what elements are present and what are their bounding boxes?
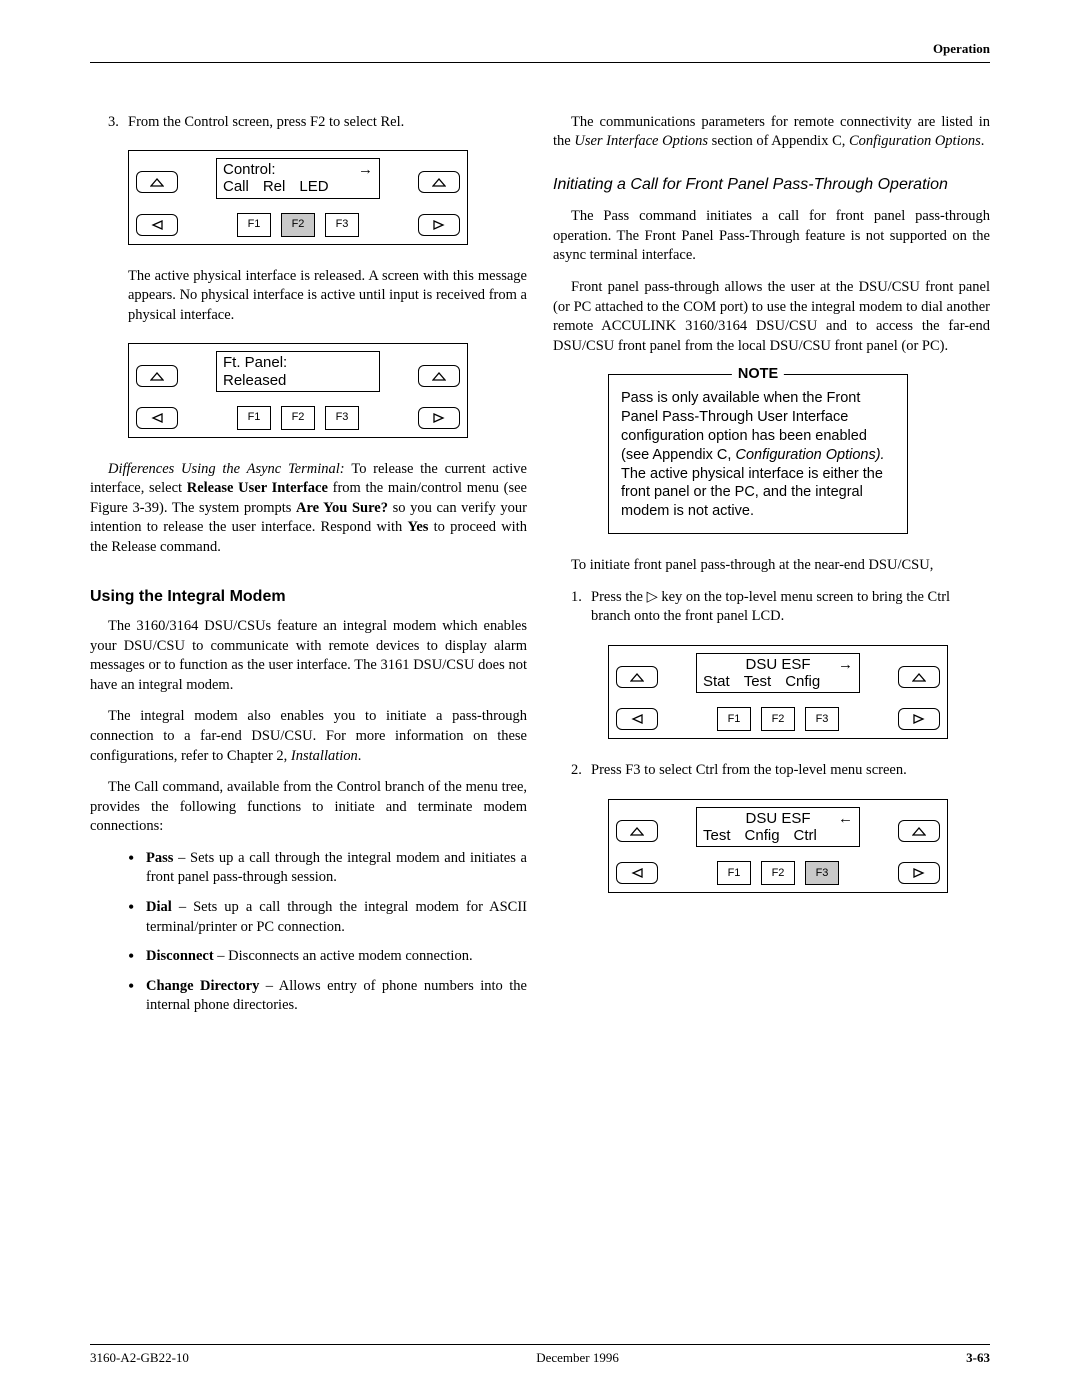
lcd-panel-dsu-2: DSU ESF ← Test Cnfig Ctrl F1 F2 F3: [608, 799, 948, 894]
page-footer: 3160-A2-GB22-10 December 1996 3-63: [90, 1344, 990, 1367]
right-triangle-key[interactable]: [418, 214, 460, 236]
step-2: 2. Press F3 to select Ctrl from the top-…: [553, 761, 990, 781]
lcd-options: Stat Test Cnfig: [703, 673, 853, 690]
lcd-options: Call Rel LED: [223, 178, 373, 195]
modem-p2: The integral modem also enables you to i…: [90, 707, 527, 766]
scroll-right-arrow-icon: →: [358, 161, 373, 178]
opt-test: Test: [703, 827, 731, 844]
f2-key[interactable]: F2: [281, 406, 315, 430]
lcd-title: DSU ESF: [703, 656, 853, 673]
modem-functions-list: Pass – Sets up a call through the integr…: [128, 849, 527, 1016]
function-keys: F1 F2 F3: [178, 213, 418, 237]
page-header: Operation: [90, 40, 990, 63]
list-item: Disconnect – Disconnects an active modem…: [128, 947, 527, 967]
f3-key[interactable]: F3: [325, 213, 359, 237]
f1-key[interactable]: F1: [717, 707, 751, 731]
lcd-screen: DSU ESF → Stat Test Cnfig: [696, 653, 860, 694]
lcd-line1: Ft. Panel:: [223, 354, 287, 371]
opt-rel: Rel: [263, 178, 286, 195]
list-item: Pass – Sets up a call through the integr…: [128, 849, 527, 888]
up-triangle-key[interactable]: [136, 171, 178, 193]
left-triangle-key[interactable]: [616, 708, 658, 730]
f2-key[interactable]: F2: [281, 213, 315, 237]
lcd-options: Test Cnfig Ctrl: [703, 827, 853, 844]
scroll-right-arrow-icon: →: [838, 656, 853, 673]
lcd-screen: Control: → Call Rel LED: [216, 158, 380, 199]
function-keys: F1 F2 F3: [658, 707, 898, 731]
f1-key[interactable]: F1: [237, 213, 271, 237]
f1-key[interactable]: F1: [717, 861, 751, 885]
step-text: Press the ▷ key on the top-level menu sc…: [591, 588, 990, 627]
exit-triangle-key[interactable]: [898, 820, 940, 842]
note-body: Pass is only available when the Front Pa…: [609, 375, 907, 533]
opt-cnfig: Cnfig: [785, 673, 820, 690]
f3-key[interactable]: F3: [805, 861, 839, 885]
step-number: 3.: [90, 113, 128, 133]
lcd-line1: Control:: [223, 161, 276, 178]
left-column: 3. From the Control screen, press F2 to …: [90, 113, 527, 1026]
function-keys: F1 F2 F3: [658, 861, 898, 885]
diff-lead: Differences Using the Async Terminal:: [108, 461, 351, 477]
para-after-panel1: The active physical interface is release…: [128, 267, 527, 326]
opt-cnfig: Cnfig: [745, 827, 780, 844]
step-number: 2.: [553, 761, 591, 781]
right-triangle-key[interactable]: [898, 708, 940, 730]
right-p1: The Pass command initiates a call for fr…: [553, 207, 990, 266]
f2-key[interactable]: F2: [761, 861, 795, 885]
lcd-panel-released: Ft. Panel: Released F1 F2 F3: [128, 343, 468, 438]
up-triangle-key[interactable]: [136, 365, 178, 387]
lcd-panel-dsu-1: DSU ESF → Stat Test Cnfig F1 F2 F3: [608, 645, 948, 740]
lcd-panel-control: Control: → Call Rel LED F1 F2 F3: [128, 150, 468, 245]
opt-call: Call: [223, 178, 249, 195]
list-item: Change Directory – Allows entry of phone…: [128, 977, 527, 1016]
step-text: From the Control screen, press F2 to sel…: [128, 113, 527, 133]
modem-p1: The 3160/3164 DSU/CSUs feature an integr…: [90, 617, 527, 695]
function-keys: F1 F2 F3: [178, 406, 418, 430]
header-section: Operation: [933, 41, 990, 56]
lcd-title: DSU ESF: [703, 810, 853, 827]
step-3: 3. From the Control screen, press F2 to …: [90, 113, 527, 133]
diff-paragraph: Differences Using the Async Terminal: To…: [90, 460, 527, 558]
up-triangle-key[interactable]: [616, 820, 658, 842]
right-triangle-icon: ▷: [647, 589, 658, 605]
right-triangle-key[interactable]: [898, 862, 940, 884]
footer-center: December 1996: [536, 1349, 619, 1367]
up-triangle-key[interactable]: [616, 666, 658, 688]
step-number: 1.: [553, 588, 591, 627]
right-column: The communications parameters for remote…: [553, 113, 990, 1026]
f2-key[interactable]: F2: [761, 707, 795, 731]
heading-initiating-call: Initiating a Call for Front Panel Pass-T…: [553, 174, 990, 196]
opt-led: LED: [299, 178, 328, 195]
f3-key[interactable]: F3: [325, 406, 359, 430]
exit-triangle-key[interactable]: [418, 365, 460, 387]
footer-right: 3-63: [966, 1349, 990, 1367]
step-1: 1. Press the ▷ key on the top-level menu…: [553, 588, 990, 627]
lcd-screen: Ft. Panel: Released: [216, 351, 380, 392]
intro-paragraph: The communications parameters for remote…: [553, 113, 990, 152]
scroll-left-arrow-icon: ←: [838, 810, 853, 827]
modem-p3: The Call command, available from the Con…: [90, 778, 527, 837]
lcd-line2: Released: [223, 372, 373, 389]
exit-triangle-key[interactable]: [898, 666, 940, 688]
heading-integral-modem: Using the Integral Modem: [90, 586, 527, 608]
opt-test: Test: [744, 673, 772, 690]
two-column-layout: 3. From the Control screen, press F2 to …: [90, 113, 990, 1026]
lcd-screen: DSU ESF ← Test Cnfig Ctrl: [696, 807, 860, 848]
left-triangle-key[interactable]: [616, 862, 658, 884]
right-p2: Front panel pass-through allows the user…: [553, 278, 990, 356]
f3-key[interactable]: F3: [805, 707, 839, 731]
note-box: NOTE Pass is only available when the Fro…: [608, 374, 908, 534]
step-text: Press F3 to select Ctrl from the top-lev…: [591, 761, 990, 781]
note-title: NOTE: [732, 365, 784, 385]
opt-ctrl: Ctrl: [794, 827, 817, 844]
f1-key[interactable]: F1: [237, 406, 271, 430]
exit-triangle-key[interactable]: [418, 171, 460, 193]
right-triangle-key[interactable]: [418, 407, 460, 429]
list-item: Dial – Sets up a call through the integr…: [128, 898, 527, 937]
right-p3: To initiate front panel pass-through at …: [553, 556, 990, 576]
opt-stat: Stat: [703, 673, 730, 690]
left-triangle-key[interactable]: [136, 214, 178, 236]
left-triangle-key[interactable]: [136, 407, 178, 429]
footer-left: 3160-A2-GB22-10: [90, 1349, 189, 1367]
